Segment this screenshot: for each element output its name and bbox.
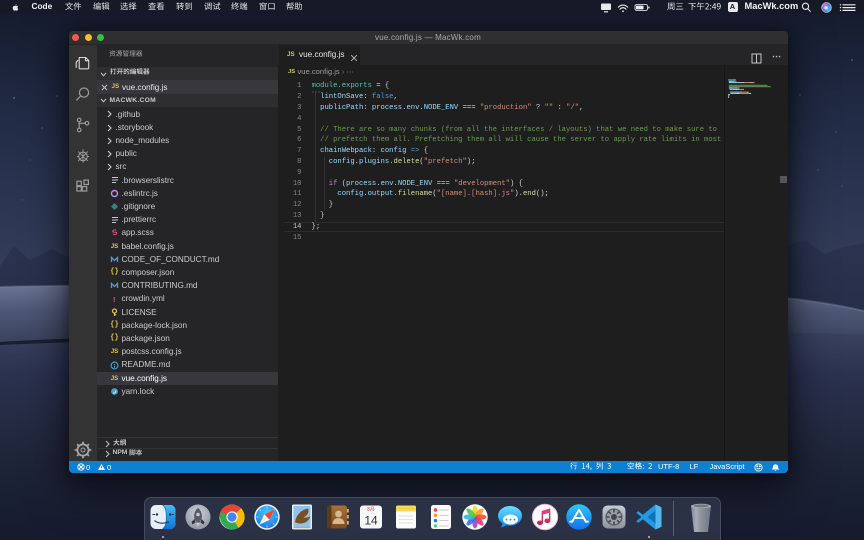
- svg-text:14: 14: [365, 514, 379, 528]
